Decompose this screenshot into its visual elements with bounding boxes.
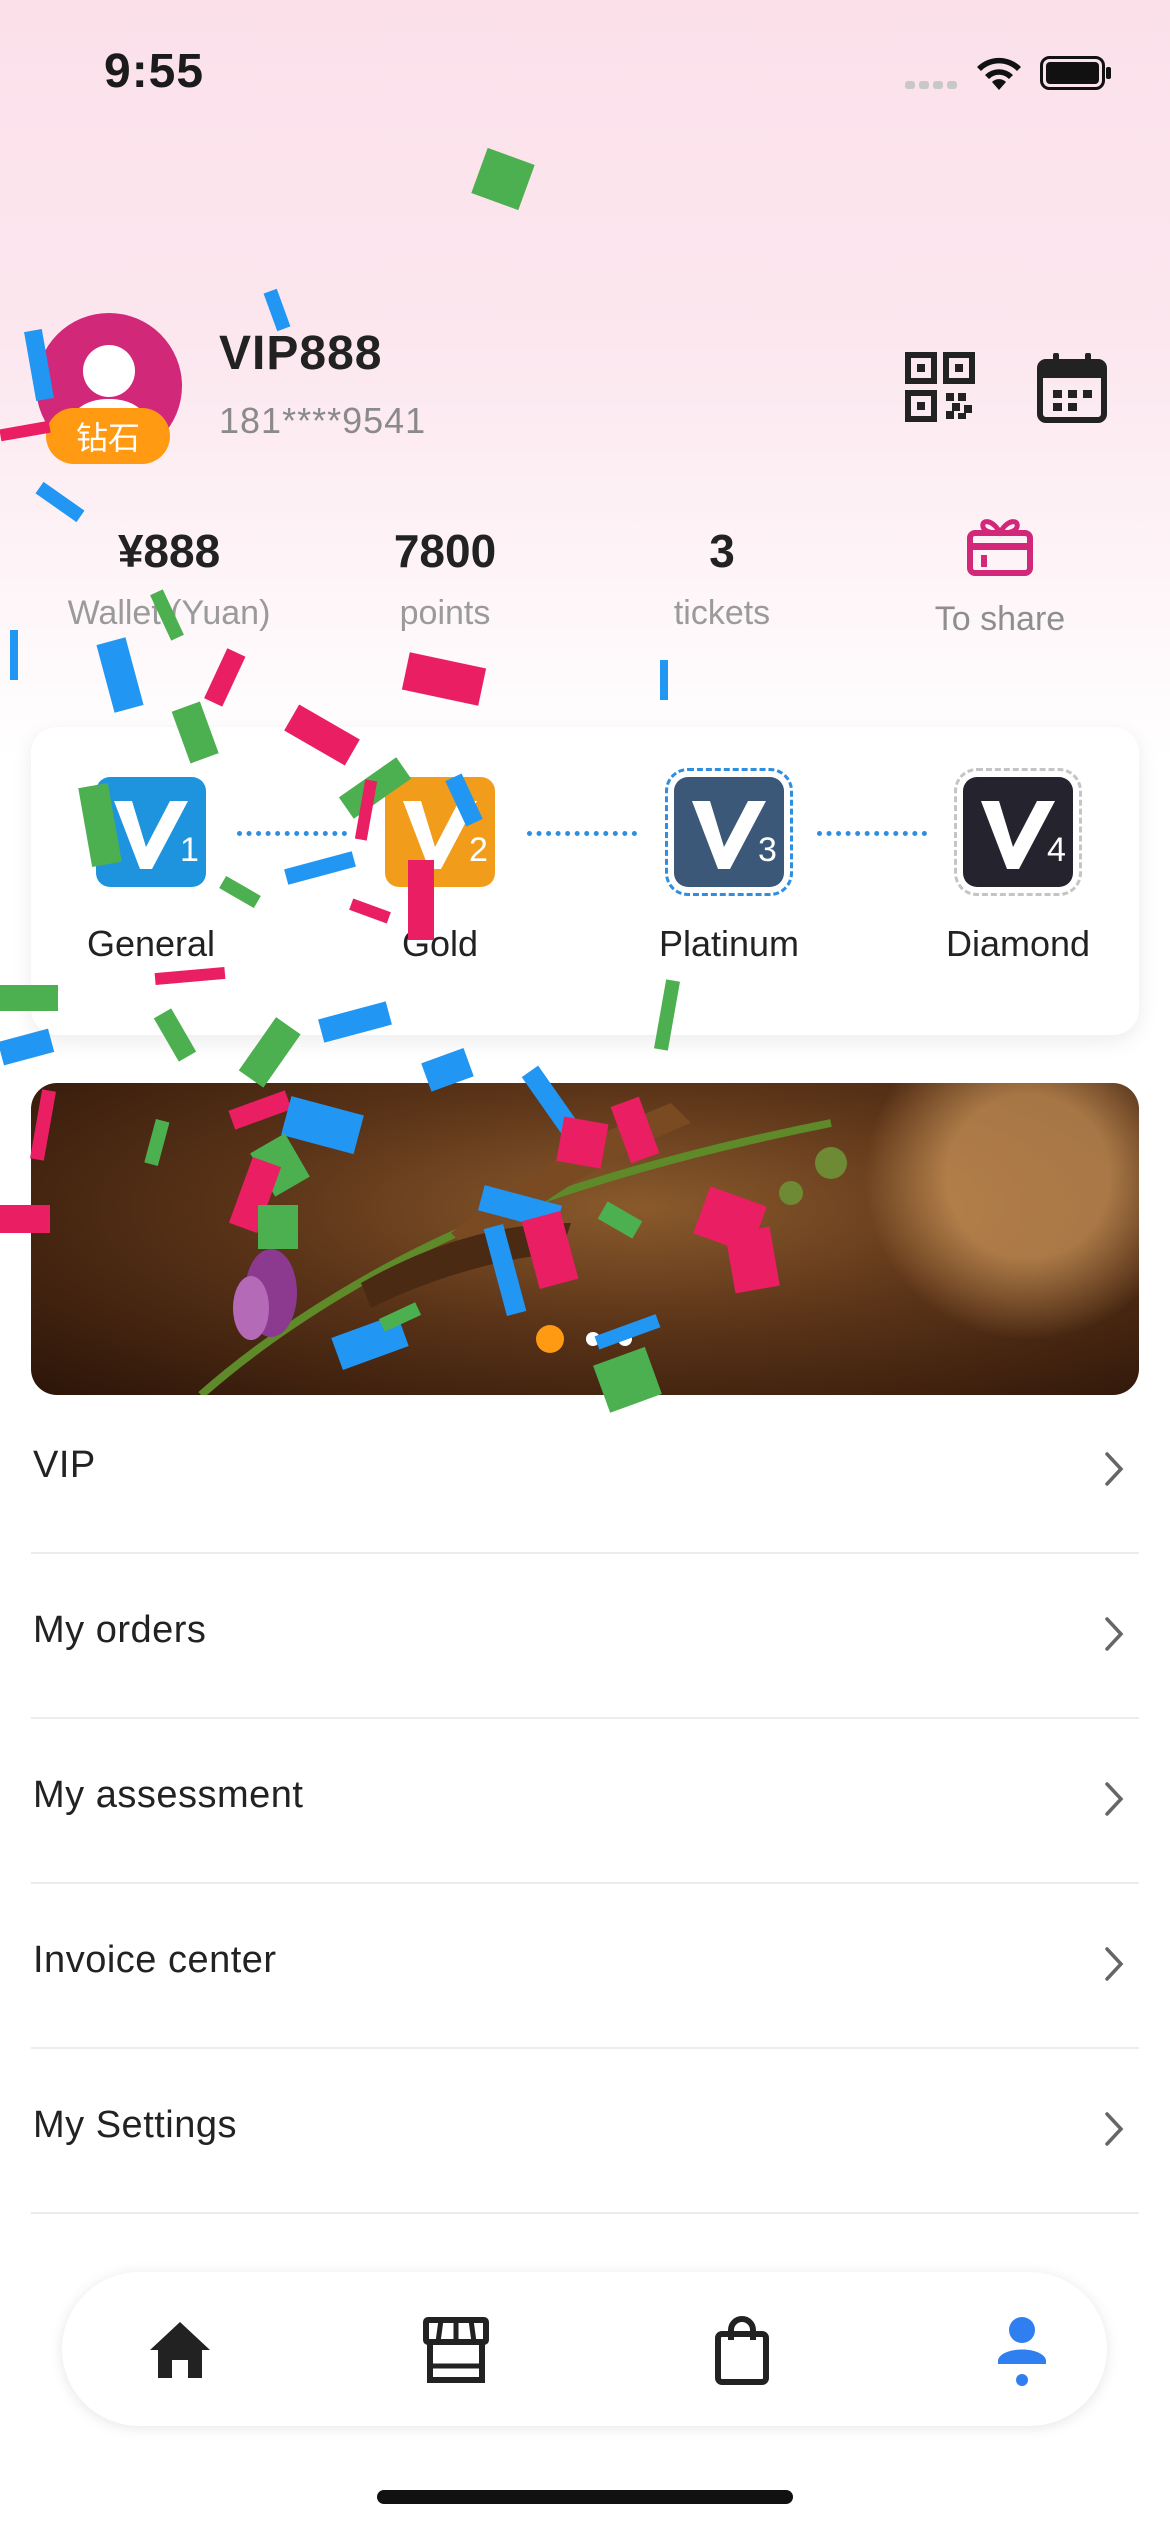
home-indicator [377,2490,793,2504]
user-name: VIP888 [219,327,383,380]
menu-item-label: VIP [33,1444,96,1486]
level-gold-logo: 2 [385,777,495,887]
bottom-navigation [62,2272,1107,2426]
promo-banner[interactable] [31,1083,1139,1395]
chevron-right-icon [1105,1782,1124,1816]
home-icon[interactable] [140,2310,220,2390]
level-platinum-logo: 3 [665,768,793,896]
share-button[interactable]: To share [895,515,1105,639]
points-value: 7800 [393,525,497,577]
points-label: points [399,594,491,632]
menu-item-vip[interactable]: VIP [31,1388,1139,1554]
banner-dot-active[interactable] [536,1325,564,1353]
banner-dot[interactable] [618,1332,632,1346]
banner-image [198,1103,847,1395]
menu-item-my-orders[interactable]: My orders [31,1553,1139,1719]
member-level-badge: 钻石 [46,408,170,464]
chevron-right-icon [1105,1617,1124,1651]
battery-icon [1040,56,1111,90]
status-time: 9:55 [104,45,205,98]
level-number: 4 [1047,831,1066,869]
menu-item-invoice-center[interactable]: Invoice center [31,1883,1139,2049]
status-bar: 9:55 [0,0,1170,140]
menu-item-my-settings[interactable]: My Settings [31,2048,1139,2214]
cellular-signal-icon [905,81,957,89]
qr-code-icon[interactable] [905,352,975,422]
level-diamond-logo: 4 [954,768,1082,896]
person-icon[interactable] [982,2310,1062,2390]
wallet-value: ¥888 [117,525,221,577]
shopping-bag-icon[interactable] [702,2310,782,2390]
points-stat[interactable]: 7800 points [320,520,570,633]
level-platinum[interactable]: 3 Platinum [629,768,829,965]
level-number: 2 [469,831,488,869]
level-number: 3 [758,831,777,869]
level-mark-icon: 2 [403,801,488,869]
chevron-right-icon [1105,2112,1124,2146]
level-mark-icon: 4 [981,801,1066,869]
wallet-stat[interactable]: ¥888 Wallet (Yuan) [44,520,294,633]
level-gold-name: Gold [401,923,479,964]
tickets-stat[interactable]: 3 tickets [597,520,847,633]
share-label: To share [934,600,1066,638]
level-gold[interactable]: 2 Gold [340,777,540,965]
chevron-right-icon [1105,1452,1124,1486]
level-connector [527,831,637,836]
menu-item-label: My orders [33,1609,207,1651]
calendar-icon[interactable] [1035,350,1109,424]
level-mark-icon: 3 [692,801,777,869]
chevron-right-icon [1105,1947,1124,1981]
tickets-value: 3 [709,525,735,577]
menu-item-label: My Settings [33,2104,238,2146]
tickets-label: tickets [673,594,771,632]
user-phone: 181****9541 [219,400,427,441]
level-general-name: General [86,923,216,964]
gift-icon [967,519,1033,576]
wallet-label: Wallet (Yuan) [67,594,271,632]
menu-item-label: My assessment [33,1774,304,1816]
level-platinum-name: Platinum [658,923,800,964]
wifi-icon [977,57,1021,90]
store-icon[interactable] [416,2310,496,2390]
banner-dot[interactable] [586,1332,600,1346]
menu-item-my-assessment[interactable]: My assessment [31,1718,1139,1884]
member-levels-card: 1 General 2 Gold 3 Platinum 4 Diamond [31,727,1139,1035]
level-mark-icon: 1 [114,801,199,869]
menu-item-label: Invoice center [33,1939,277,1981]
level-number: 1 [180,831,199,869]
level-connector [817,831,927,836]
level-diamond-name: Diamond [945,923,1091,964]
level-general[interactable]: 1 General [51,777,251,965]
level-diamond[interactable]: 4 Diamond [918,768,1118,965]
level-general-logo: 1 [96,777,206,887]
level-connector [237,831,347,836]
